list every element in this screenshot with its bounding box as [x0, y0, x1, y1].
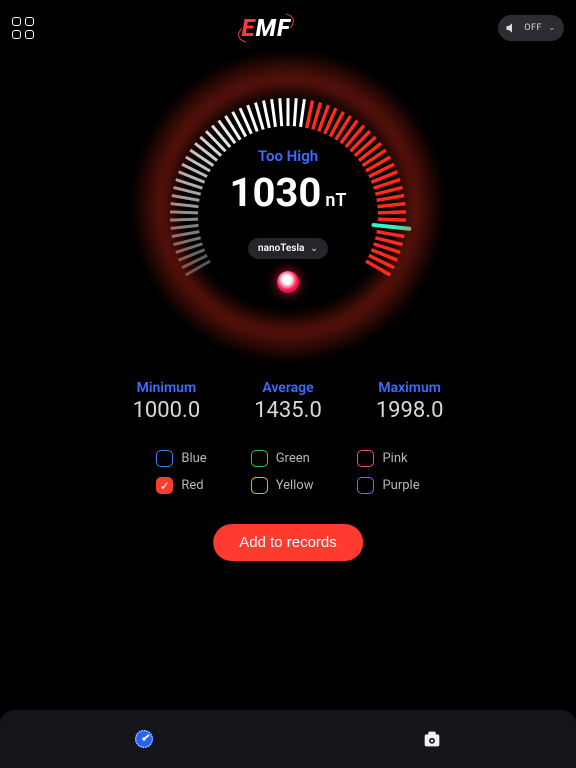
checkbox-icon	[251, 477, 268, 494]
color-option-pink[interactable]: Pink	[357, 450, 419, 467]
gauge-container: Too High 1030 nT nanoTesla ⌄	[0, 56, 576, 356]
color-option-yellow[interactable]: Yellow	[251, 477, 314, 494]
reading-display: 1030 nT	[230, 169, 347, 216]
color-option-blue[interactable]: Blue	[156, 450, 206, 467]
color-label: Purple	[382, 478, 419, 493]
color-label: Yellow	[276, 478, 314, 493]
color-label: Pink	[382, 451, 407, 466]
unit-selector-label: nanoTesla	[258, 243, 304, 254]
stat-maximum: Maximum 1998.0	[376, 380, 444, 423]
color-label: Green	[276, 451, 310, 466]
stats-row: Minimum 1000.0 Average 1435.0 Maximum 19…	[0, 380, 576, 423]
stat-minimum: Minimum 1000.0	[133, 380, 201, 423]
reading-unit: nT	[325, 190, 346, 214]
color-label: Red	[181, 478, 203, 493]
color-option-purple[interactable]: Purple	[357, 477, 419, 494]
checkbox-icon	[357, 450, 374, 467]
stat-max-label: Maximum	[376, 380, 444, 396]
record-button[interactable]	[277, 271, 299, 293]
stat-min-value: 1000.0	[133, 398, 201, 423]
sound-label: OFF	[524, 23, 542, 33]
speaker-icon	[506, 22, 518, 34]
reading-value: 1030	[230, 169, 322, 216]
checkbox-icon	[357, 477, 374, 494]
stat-average: Average 1435.0	[254, 380, 322, 423]
stat-min-label: Minimum	[133, 380, 201, 396]
checkbox-checked-icon: ✓	[156, 477, 173, 494]
stat-max-value: 1998.0	[376, 398, 444, 423]
nav-records-icon[interactable]	[421, 728, 443, 750]
add-to-records-button[interactable]: Add to records	[213, 524, 363, 561]
nav-gauge-icon[interactable]	[133, 728, 155, 750]
chevron-down-icon: ⌄	[310, 244, 318, 254]
chevron-down-icon: ⌄	[548, 23, 556, 33]
checkbox-icon	[251, 450, 268, 467]
app-logo: EMF	[236, 14, 297, 42]
checkbox-icon	[156, 450, 173, 467]
color-option-green[interactable]: Green	[251, 450, 314, 467]
bottom-nav	[0, 710, 576, 768]
color-option-red[interactable]: ✓ Red	[156, 477, 206, 494]
top-bar: EMF OFF ⌄	[0, 0, 576, 56]
color-label: Blue	[181, 451, 206, 466]
color-selection: Blue ✓ Red Green Yellow Pink Purple	[0, 450, 576, 494]
status-label: Too High	[258, 147, 318, 165]
stat-avg-label: Average	[254, 380, 322, 396]
sound-toggle[interactable]: OFF ⌄	[498, 15, 564, 41]
menu-grid-icon[interactable]	[12, 17, 34, 39]
unit-selector[interactable]: nanoTesla ⌄	[248, 238, 328, 259]
stat-avg-value: 1435.0	[254, 398, 322, 423]
